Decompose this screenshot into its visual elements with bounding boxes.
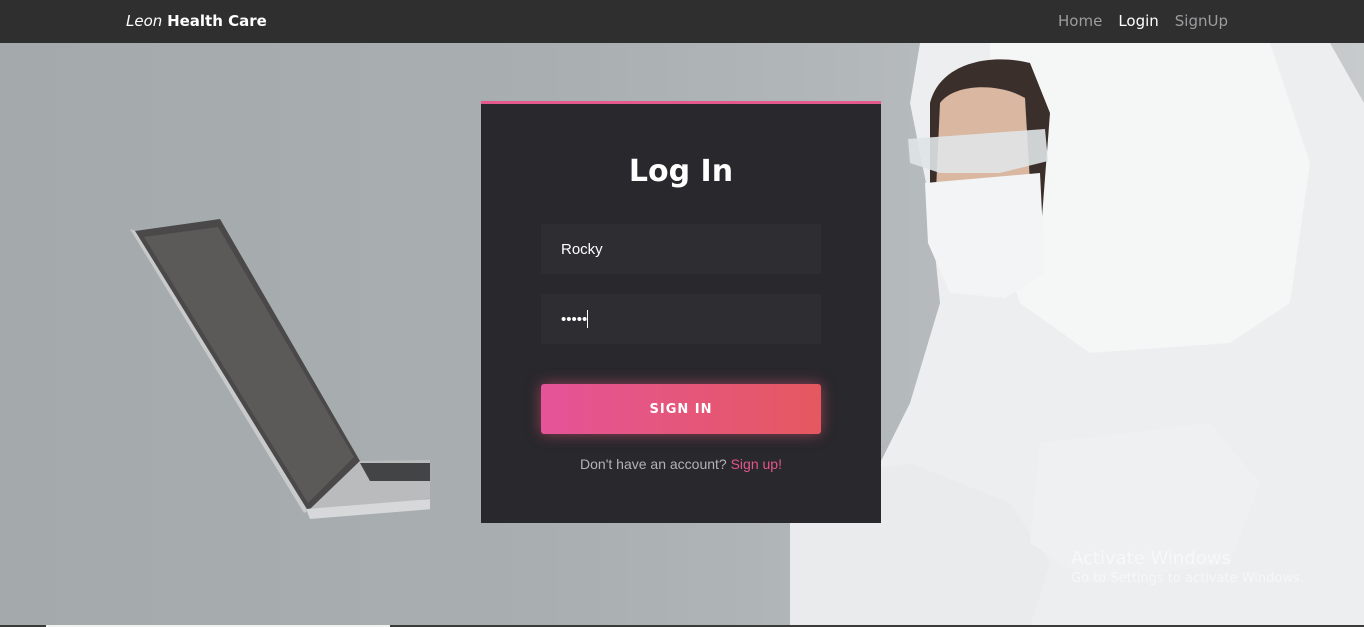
navbar: Leon Health Care Home Login SignUp: [0, 0, 1364, 43]
nav-link-signup[interactable]: SignUp: [1175, 12, 1228, 30]
signup-prompt-line: Don't have an account? Sign up!: [481, 456, 881, 472]
brand-name-bold: Health Care: [167, 12, 267, 30]
signup-link[interactable]: Sign up!: [731, 456, 782, 472]
activate-windows-watermark: Activate Windows Go to Settings to activ…: [1071, 548, 1304, 586]
nav-links: Home Login SignUp: [1058, 12, 1228, 30]
nav-link-home[interactable]: Home: [1058, 12, 1102, 30]
username-field[interactable]: [541, 224, 821, 274]
password-field[interactable]: [541, 294, 821, 344]
brand-name-italic: Leon: [126, 12, 163, 30]
login-title: Log In: [628, 154, 734, 189]
page: Leon Health Care Home Login SignUp Log I…: [0, 0, 1364, 627]
text-cursor: [587, 310, 588, 328]
laptop-image: [130, 219, 430, 519]
signup-prompt-text: Don't have an account?: [580, 456, 727, 472]
watermark-title: Activate Windows: [1071, 548, 1231, 569]
nav-link-login[interactable]: Login: [1118, 12, 1158, 30]
brand-logo[interactable]: Leon Health Care: [126, 12, 267, 30]
sign-in-button[interactable]: SIGN IN: [541, 384, 821, 434]
watermark-subtitle: Go to Settings to activate Windows.: [1071, 571, 1304, 586]
login-card: Log In SIGN IN Don't have an account? Si…: [481, 101, 881, 523]
